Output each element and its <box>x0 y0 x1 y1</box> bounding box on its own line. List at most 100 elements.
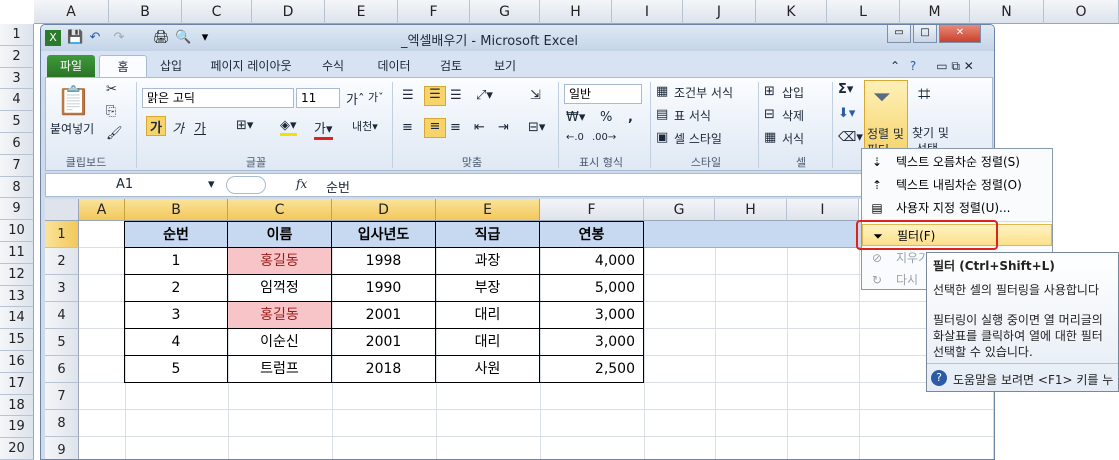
row-header[interactable]: 6 <box>45 356 79 383</box>
data-cell[interactable]: 2001 <box>332 329 436 356</box>
row-header[interactable]: 5 <box>45 329 79 356</box>
decrease-decimal-icon[interactable]: .00→ <box>592 132 616 143</box>
delete-cells-button[interactable]: 삭제 <box>782 107 804 124</box>
comma-button[interactable]: , <box>628 110 633 125</box>
column-header[interactable]: G <box>644 199 715 221</box>
data-cell[interactable]: 4 <box>125 329 228 356</box>
cut-icon[interactable]: ✂ <box>106 82 117 97</box>
data-cell[interactable]: 3 <box>125 302 228 329</box>
currency-icon[interactable]: ₩▾ <box>566 110 585 125</box>
data-cell[interactable]: 1990 <box>332 275 436 302</box>
insert-cells-button[interactable]: 삽입 <box>782 84 804 101</box>
tab-data[interactable]: 데이터 <box>371 55 417 77</box>
row-header[interactable]: 9 <box>45 437 79 459</box>
formula-input[interactable]: 순번 <box>326 177 350 196</box>
name-box-dropdown-icon[interactable]: ▾ <box>208 177 215 192</box>
merge-center-icon[interactable]: ⊟▾ <box>528 120 545 135</box>
autosum-icon[interactable]: Σ▾ <box>838 82 853 97</box>
undo-icon[interactable]: ↶ <box>87 30 103 46</box>
print-icon[interactable]: 🖨 <box>153 30 170 46</box>
column-header[interactable]: F <box>540 199 644 221</box>
row-header[interactable]: 3 <box>45 275 79 302</box>
menu-item-custom-sort[interactable]: ▤ 사용자 지정 정렬(U)... <box>862 197 1052 219</box>
number-format-combo[interactable]: 일반 <box>564 84 642 104</box>
save-icon[interactable]: 💾 <box>67 30 83 46</box>
cell-styles-button[interactable]: 셀 스타일 <box>674 130 722 147</box>
find-select-label-1[interactable]: 찾기 및 <box>912 124 949 141</box>
delete-cells-icon[interactable]: ⊟ <box>764 107 775 122</box>
fill-icon[interactable]: ⬇▾ <box>838 106 855 121</box>
binoculars-icon[interactable]: ⌗ <box>918 82 930 107</box>
paste-button[interactable]: 붙여넣기 <box>50 120 94 137</box>
maximize-button[interactable]: □ <box>913 25 937 43</box>
align-right-icon[interactable]: ≡ <box>450 120 461 135</box>
conditional-format-icon[interactable]: ▦ <box>656 84 668 99</box>
data-cell[interactable]: 대리 <box>436 302 540 329</box>
name-box[interactable]: A1 <box>116 177 133 192</box>
orientation-icon[interactable]: ⤢▾ <box>476 88 493 103</box>
header-cell[interactable]: 순번 <box>125 221 228 248</box>
data-cell[interactable]: 사원 <box>436 356 540 383</box>
increase-decimal-icon[interactable]: ←.0 <box>566 132 584 143</box>
align-middle-icon[interactable]: ☰ <box>424 86 446 106</box>
fill-color-icon[interactable]: ◈▾ <box>280 118 297 136</box>
format-cells-button[interactable]: 서식 <box>782 130 804 147</box>
data-cell[interactable]: 1 <box>125 248 228 275</box>
header-cell[interactable]: 직급 <box>436 221 540 248</box>
row-header[interactable]: 8 <box>45 410 79 437</box>
align-top-icon[interactable]: ☰ <box>402 88 414 103</box>
column-header[interactable]: B <box>125 199 228 221</box>
align-left-icon[interactable]: ≡ <box>402 120 413 135</box>
row-header[interactable]: 2 <box>45 248 79 275</box>
align-bottom-icon[interactable]: ☰ <box>450 88 462 103</box>
data-cell[interactable]: 홍길동 <box>228 302 332 329</box>
expand-handle[interactable] <box>226 176 266 194</box>
minimize-button[interactable]: ▭ <box>887 25 911 43</box>
font-size-combo[interactable]: 11 <box>296 88 340 108</box>
wrap-text-icon[interactable]: ⇲ <box>530 88 541 103</box>
data-cell[interactable]: 트럼프 <box>228 356 332 383</box>
data-cell[interactable]: 이순신 <box>228 329 332 356</box>
header-cell[interactable]: 연봉 <box>540 221 644 248</box>
data-cell[interactable]: 1998 <box>332 248 436 275</box>
grow-font-icon[interactable]: 가ˆ <box>346 89 364 108</box>
data-cell[interactable]: 홍길동 <box>228 248 332 275</box>
borders-icon[interactable]: ⊞▾ <box>236 118 253 133</box>
data-cell[interactable]: 5 <box>125 356 228 383</box>
column-header[interactable]: H <box>715 199 787 221</box>
tab-formulas[interactable]: 수식 <box>313 55 353 77</box>
row-header[interactable]: 4 <box>45 302 79 329</box>
font-color-icon[interactable]: 가▾ <box>314 118 333 140</box>
row-header[interactable]: 1 <box>45 221 79 248</box>
shrink-font-icon[interactable]: 가ˇ <box>368 89 384 105</box>
format-as-table-button[interactable]: 표 서식 <box>674 107 711 124</box>
column-header[interactable]: A <box>79 199 125 221</box>
phonetic-icon[interactable]: 내천▾ <box>352 118 378 134</box>
clear-icon[interactable]: ⌫▾ <box>838 130 863 145</box>
data-cell[interactable]: 2001 <box>332 302 436 329</box>
insert-cells-icon[interactable]: ⊞ <box>764 84 775 99</box>
insert-function-button[interactable]: fx <box>296 177 307 191</box>
column-header[interactable]: E <box>436 199 540 221</box>
data-cell[interactable]: 5,000 <box>540 275 644 302</box>
column-header[interactable]: D <box>332 199 436 221</box>
format-cells-icon[interactable]: ▦ <box>764 130 776 145</box>
row-header[interactable]: 7 <box>45 383 79 410</box>
cell-styles-icon[interactable]: ▣ <box>656 130 668 145</box>
tab-insert[interactable]: 삽입 <box>151 55 191 77</box>
italic-button[interactable]: 가 <box>172 118 184 137</box>
column-header[interactable]: I <box>787 199 859 221</box>
underline-button[interactable]: 가 <box>194 118 206 137</box>
ribbon-minimize-icon[interactable]: ⌃ <box>887 55 903 77</box>
data-cell[interactable]: 2 <box>125 275 228 302</box>
copy-icon[interactable]: ⎘ <box>106 104 116 119</box>
data-cell[interactable]: 3,000 <box>540 329 644 356</box>
tab-review[interactable]: 검토 <box>433 55 469 77</box>
menu-item-sort-descending[interactable]: ⇡ 텍스트 내림차순 정렬(O) <box>862 174 1052 196</box>
select-all-corner[interactable] <box>45 199 79 221</box>
format-table-icon[interactable]: ▤ <box>656 107 668 122</box>
column-header[interactable]: C <box>228 199 332 221</box>
align-center-icon[interactable]: ≡ <box>424 118 446 138</box>
data-cell[interactable]: 4,000 <box>540 248 644 275</box>
conditional-format-button[interactable]: 조건부 서식 <box>674 84 733 101</box>
